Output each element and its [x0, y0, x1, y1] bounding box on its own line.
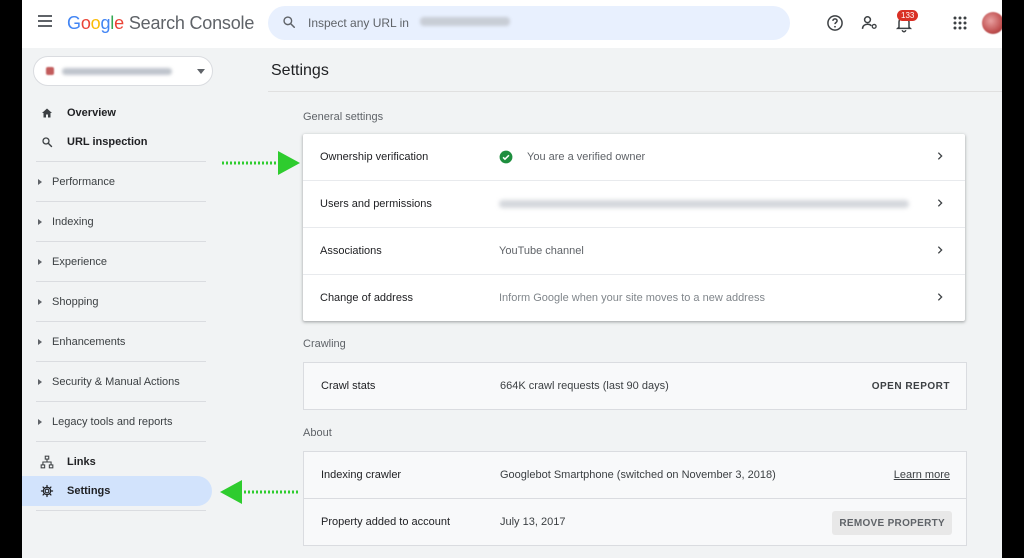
top-bar: Google Search Console Inspect any URL in …: [22, 0, 1002, 48]
sidebar-item-label: Overview: [67, 107, 116, 119]
logo-product: Search Console: [128, 13, 255, 33]
expand-arrow-icon: [38, 299, 42, 305]
row-name: Users and permissions: [320, 198, 432, 210]
sidebar-section-enhancements[interactable]: Enhancements: [22, 322, 212, 362]
sidebar-item-label: Settings: [67, 485, 111, 497]
help-icon[interactable]: [825, 13, 845, 33]
sidebar-item-url-inspection[interactable]: URL inspection: [22, 127, 212, 157]
search-placeholder: Inspect any URL in: [308, 16, 409, 30]
sidebar-item-links[interactable]: Links: [22, 447, 212, 477]
search-icon: [40, 135, 54, 149]
chevron-right-icon: [937, 152, 943, 160]
learn-more-link[interactable]: Learn more: [894, 469, 950, 481]
chevron-right-icon: [937, 199, 943, 207]
apps-grid-icon[interactable]: [950, 13, 970, 33]
sidebar-section-experience[interactable]: Experience: [22, 242, 212, 282]
section-heading-general: General settings: [303, 111, 384, 123]
row-value: Inform Google when your site moves to a …: [499, 292, 765, 304]
home-icon: [40, 106, 54, 120]
search-icon: [283, 16, 296, 29]
row-name: Associations: [320, 245, 382, 257]
settings-row-property-added: Property added to account July 13, 2017 …: [304, 499, 966, 545]
general-settings-card: Ownership verification You are a verifie…: [303, 134, 965, 321]
logo[interactable]: Google Search Console: [67, 13, 254, 34]
row-name: Crawl stats: [321, 380, 376, 392]
notification-badge: 133: [897, 10, 919, 21]
sidebar-section-indexing[interactable]: Indexing: [22, 202, 212, 242]
row-value: YouTube channel: [499, 245, 584, 257]
logo-google: Google: [67, 13, 124, 33]
row-value: 664K crawl requests (last 90 days): [500, 380, 669, 392]
app-window: Google Search Console Inspect any URL in …: [22, 0, 1002, 558]
chevron-right-icon: [937, 293, 943, 301]
row-value: July 13, 2017: [500, 516, 566, 528]
row-name: Ownership verification: [320, 151, 429, 163]
property-favicon: [46, 67, 54, 75]
manage-users-icon[interactable]: [860, 13, 880, 33]
sidebar-section-label: Experience: [52, 256, 108, 268]
expand-arrow-icon: [38, 219, 42, 225]
row-name: Change of address: [320, 292, 413, 304]
redacted-domain: [420, 17, 510, 26]
gear-icon: [40, 484, 54, 498]
settings-row-ownership[interactable]: Ownership verification You are a verifie…: [303, 134, 965, 181]
redacted-property-name: [62, 68, 172, 75]
row-value: You are a verified owner: [499, 150, 645, 164]
sidebar-divider: [36, 441, 206, 442]
links-icon: [40, 455, 54, 469]
sidebar-section-label: Enhancements: [52, 336, 126, 348]
sidebar-section-label: Legacy tools and reports: [52, 416, 173, 428]
remove-property-button[interactable]: REMOVE PROPERTY: [832, 511, 952, 535]
settings-row-users[interactable]: Users and permissions: [303, 181, 965, 228]
verified-check-icon: [499, 150, 513, 164]
sidebar-divider: [36, 510, 206, 511]
redacted-users-list: [499, 200, 909, 208]
expand-arrow-icon: [38, 179, 42, 185]
settings-row-associations[interactable]: Associations YouTube channel: [303, 228, 965, 275]
sidebar-section-label: Security & Manual Actions: [52, 376, 180, 388]
expand-arrow-icon: [38, 379, 42, 385]
sidebar-item-settings[interactable]: Settings: [22, 476, 212, 506]
sidebar-section-label: Indexing: [52, 216, 94, 228]
section-heading-crawling: Crawling: [303, 338, 346, 350]
section-heading-about: About: [303, 427, 332, 439]
sidebar-section-performance[interactable]: Performance: [22, 162, 212, 202]
property-selector[interactable]: [33, 56, 213, 86]
sidebar-section-legacy-tools[interactable]: Legacy tools and reports: [22, 402, 212, 442]
annotation-arrow-right: [222, 151, 300, 175]
settings-row-indexing-crawler: Indexing crawler Googlebot Smartphone (s…: [304, 452, 966, 499]
chevron-right-icon: [937, 246, 943, 254]
open-report-button[interactable]: OPEN REPORT: [872, 381, 950, 392]
expand-arrow-icon: [38, 339, 42, 345]
row-name: Indexing crawler: [321, 469, 402, 481]
sidebar-item-label: Links: [67, 456, 96, 468]
menu-icon[interactable]: [38, 15, 52, 27]
sidebar-section-security[interactable]: Security & Manual Actions: [22, 362, 212, 402]
settings-row-change-of-address[interactable]: Change of address Inform Google when you…: [303, 275, 965, 321]
sidebar-item-label: URL inspection: [67, 136, 148, 148]
sidebar-item-overview[interactable]: Overview: [22, 98, 212, 128]
sidebar-section-shopping[interactable]: Shopping: [22, 282, 212, 322]
row-value: Googlebot Smartphone (switched on Novemb…: [500, 469, 776, 481]
url-inspect-search[interactable]: Inspect any URL in: [268, 6, 790, 40]
sidebar-section-label: Shopping: [52, 296, 99, 308]
sidebar-section-label: Performance: [52, 176, 115, 188]
page-title: Settings: [271, 62, 329, 79]
crawling-card: Crawl stats 664K crawl requests (last 90…: [303, 362, 967, 410]
row-value-text: You are a verified owner: [527, 151, 646, 163]
settings-row-crawl-stats: Crawl stats 664K crawl requests (last 90…: [304, 363, 966, 409]
about-card: Indexing crawler Googlebot Smartphone (s…: [303, 451, 967, 546]
title-divider: [268, 91, 1002, 92]
row-name: Property added to account: [321, 516, 451, 528]
avatar[interactable]: [982, 12, 1002, 34]
expand-arrow-icon: [38, 259, 42, 265]
annotation-arrow-left: [220, 480, 298, 504]
expand-arrow-icon: [38, 419, 42, 425]
chevron-down-icon: [197, 69, 205, 74]
